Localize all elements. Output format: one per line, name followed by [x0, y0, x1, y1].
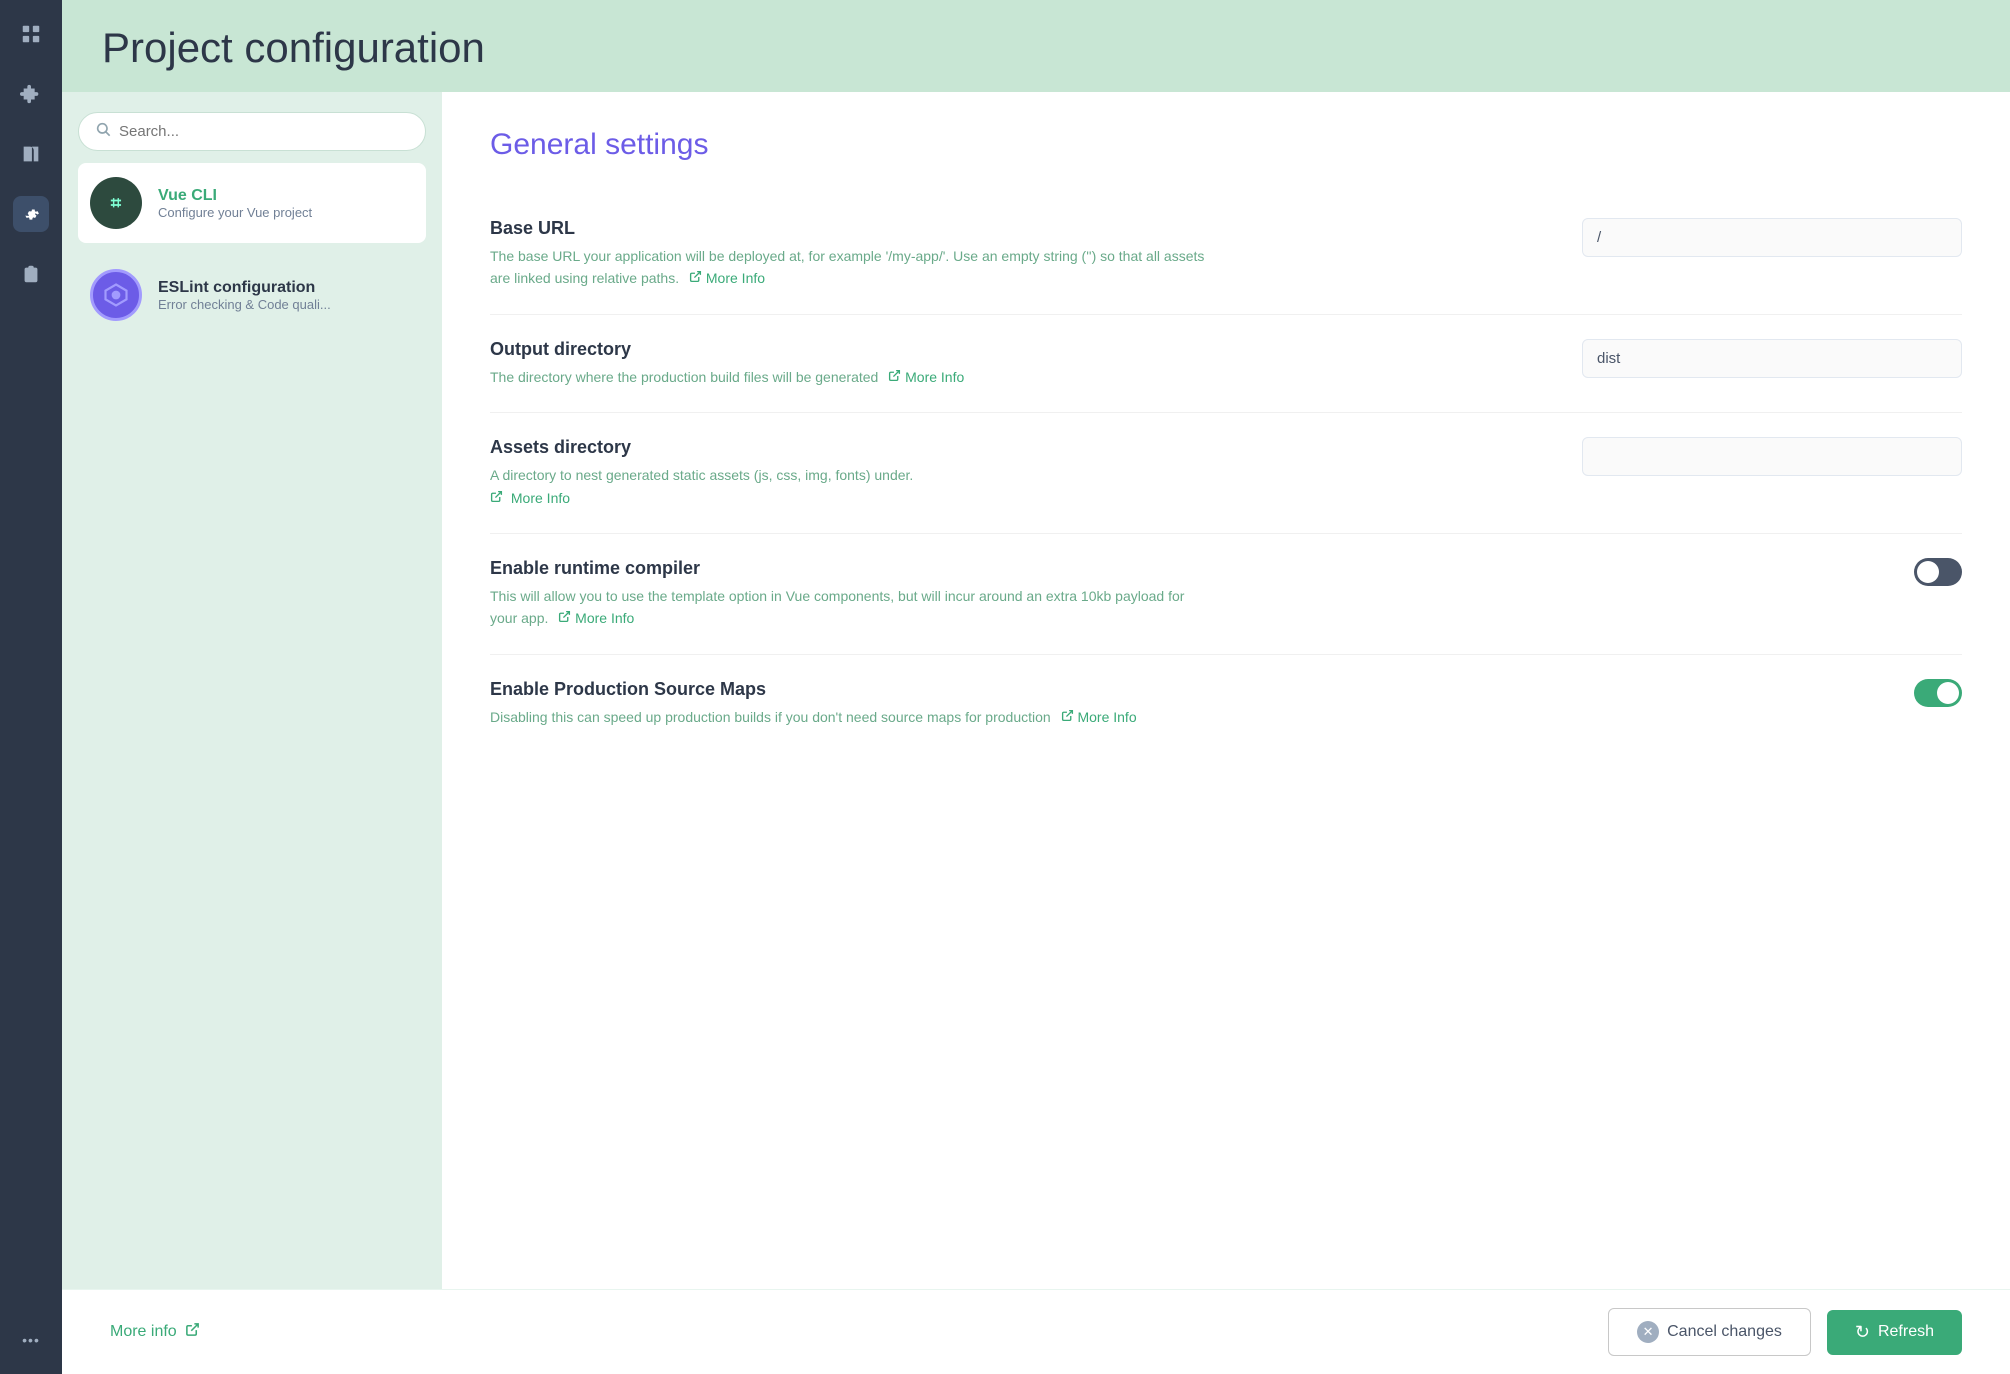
cancel-changes-button[interactable]: ✕ Cancel changes	[1608, 1308, 1811, 1356]
vue-cli-icon: ⌗	[90, 177, 142, 229]
refresh-label: Refresh	[1878, 1323, 1934, 1341]
main-area: Project configuration ⌗ Vue CLI Configur…	[62, 0, 2010, 1374]
nav-icon-grid[interactable]	[13, 16, 49, 52]
vue-cli-name: Vue CLI	[158, 187, 312, 205]
search-input[interactable]	[119, 123, 409, 140]
output-dir-input[interactable]	[1582, 339, 1962, 378]
search-box[interactable]	[78, 112, 426, 151]
setting-control-runtime-compiler	[1582, 558, 1962, 586]
ext-link-icon-assets	[490, 487, 503, 509]
more-info-assets-dir[interactable]: More Info	[511, 487, 570, 509]
ext-link-icon-base-url	[689, 267, 702, 289]
setting-row-source-maps: Enable Production Source Maps Disabling …	[490, 655, 1962, 752]
nav-icon-gear[interactable]	[13, 196, 49, 232]
section-title: General settings	[490, 128, 1962, 162]
right-panel: General settings Base URL The base URL y…	[442, 92, 2010, 1289]
setting-label-output-dir: Output directory	[490, 339, 1210, 360]
ext-link-icon-output	[888, 366, 901, 388]
ext-link-icon-source-maps	[1061, 706, 1074, 728]
setting-label-base-url: Base URL	[490, 218, 1210, 239]
cancel-icon: ✕	[1637, 1321, 1659, 1343]
setting-control-base-url	[1582, 218, 1962, 257]
setting-row-base-url: Base URL The base URL your application w…	[490, 194, 1962, 315]
nav-icon-tasks[interactable]	[13, 256, 49, 292]
vue-cli-desc: Configure your Vue project	[158, 205, 312, 220]
setting-desc-runtime-compiler: This will allow you to use the template …	[490, 585, 1210, 630]
more-info-runtime-compiler[interactable]: More Info	[575, 607, 634, 629]
setting-row-output-dir: Output directory The directory where the…	[490, 315, 1962, 413]
setting-info-base-url: Base URL The base URL your application w…	[490, 218, 1210, 290]
more-info-base-url[interactable]: More Info	[706, 267, 765, 289]
setting-row-assets-dir: Assets directory A directory to nest gen…	[490, 413, 1962, 534]
vue-cli-info: Vue CLI Configure your Vue project	[158, 187, 312, 220]
left-panel: ⌗ Vue CLI Configure your Vue project ESL…	[62, 92, 442, 1289]
footer-ext-link-icon	[185, 1322, 200, 1342]
setting-desc-source-maps: Disabling this can speed up production b…	[490, 706, 1210, 728]
eslint-info: ESLint configuration Error checking & Co…	[158, 279, 331, 312]
footer-more-info[interactable]: More info	[110, 1322, 200, 1342]
setting-info-source-maps: Enable Production Source Maps Disabling …	[490, 679, 1210, 728]
setting-label-runtime-compiler: Enable runtime compiler	[490, 558, 1210, 579]
setting-control-source-maps	[1582, 679, 1962, 707]
nav-icon-puzzle[interactable]	[13, 76, 49, 112]
cancel-label: Cancel changes	[1667, 1323, 1782, 1341]
plugin-item-vue-cli[interactable]: ⌗ Vue CLI Configure your Vue project	[78, 163, 426, 243]
setting-desc-output-dir: The directory where the production build…	[490, 366, 1210, 388]
eslint-name: ESLint configuration	[158, 279, 331, 297]
search-icon	[95, 121, 111, 142]
ext-link-icon-runtime	[558, 607, 571, 629]
toggle-runtime-compiler[interactable]	[1914, 558, 1962, 586]
more-info-source-maps[interactable]: More Info	[1077, 706, 1136, 728]
setting-desc-base-url: The base URL your application will be de…	[490, 245, 1210, 290]
footer-more-info-label: More info	[110, 1323, 177, 1341]
nav-icon-book[interactable]	[13, 136, 49, 172]
content-area: ⌗ Vue CLI Configure your Vue project ESL…	[62, 92, 2010, 1289]
page-title: Project configuration	[102, 24, 1970, 72]
setting-info-assets-dir: Assets directory A directory to nest gen…	[490, 437, 1210, 509]
eslint-icon	[90, 269, 142, 321]
refresh-icon: ↻	[1855, 1322, 1870, 1343]
refresh-button[interactable]: ↻ Refresh	[1827, 1310, 1962, 1355]
setting-row-runtime-compiler: Enable runtime compiler This will allow …	[490, 534, 1962, 655]
setting-label-assets-dir: Assets directory	[490, 437, 1210, 458]
plugin-item-eslint[interactable]: ESLint configuration Error checking & Co…	[78, 255, 426, 335]
nav-icon-more[interactable]: •••	[13, 1322, 49, 1358]
eslint-desc: Error checking & Code quali...	[158, 297, 331, 312]
setting-control-output-dir	[1582, 339, 1962, 378]
setting-info-output-dir: Output directory The directory where the…	[490, 339, 1210, 388]
toggle-source-maps[interactable]	[1914, 679, 1962, 707]
more-info-output-dir[interactable]: More Info	[905, 366, 964, 388]
footer: More info ✕ Cancel changes ↻ Refresh	[62, 1289, 2010, 1374]
setting-desc-assets-dir: A directory to nest generated static ass…	[490, 464, 1210, 509]
setting-info-runtime-compiler: Enable runtime compiler This will allow …	[490, 558, 1210, 630]
sidebar-nav: •••	[0, 0, 62, 1374]
assets-dir-input[interactable]	[1582, 437, 1962, 476]
setting-control-assets-dir	[1582, 437, 1962, 476]
footer-actions: ✕ Cancel changes ↻ Refresh	[1608, 1308, 1962, 1356]
base-url-input[interactable]	[1582, 218, 1962, 257]
page-header: Project configuration	[62, 0, 2010, 92]
setting-label-source-maps: Enable Production Source Maps	[490, 679, 1210, 700]
